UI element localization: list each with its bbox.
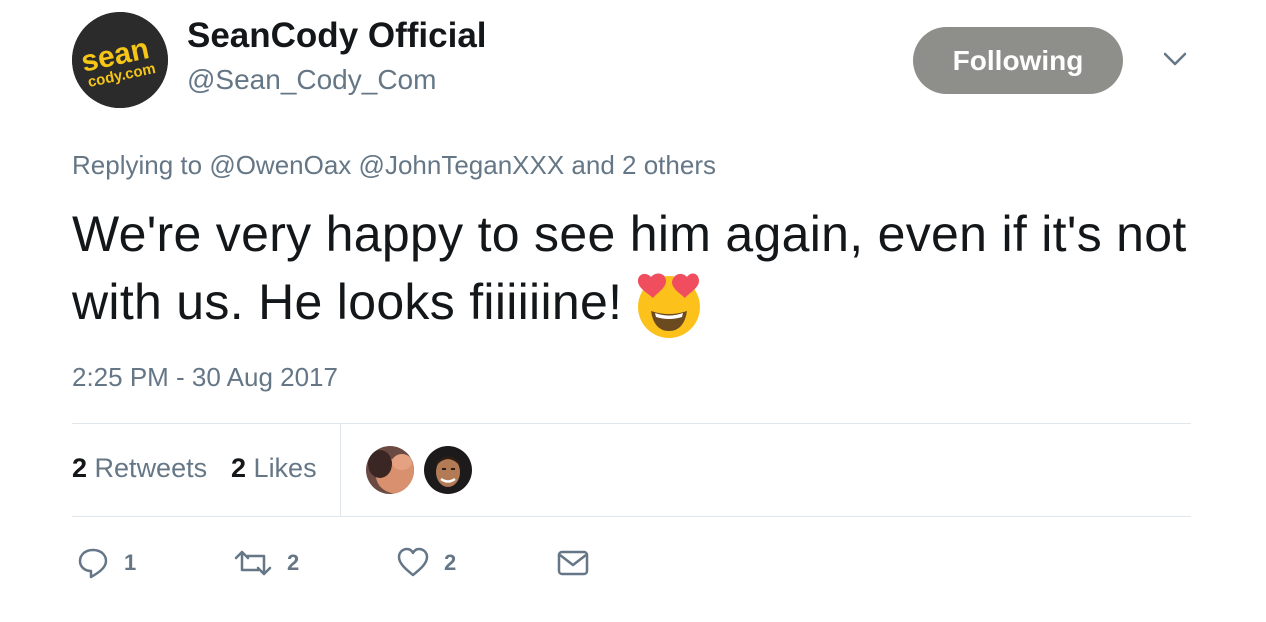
mention-johnteganxxx[interactable]: @JohnTeganXXX	[359, 150, 565, 180]
envelope-icon	[557, 550, 589, 576]
mention-owenoax[interactable]: @OwenOax	[209, 150, 351, 180]
mention-others[interactable]: and 2 others	[571, 150, 716, 180]
reply-action[interactable]: 1	[76, 545, 136, 581]
replying-to-line: Replying to @OwenOax @JohnTeganXXX and 2…	[72, 150, 716, 181]
reply-count: 1	[124, 550, 137, 575]
retweet-icon	[234, 550, 272, 576]
liker-avatar-2[interactable]	[424, 446, 472, 494]
tweet-text: We're very happy to see him again, even …	[72, 206, 1187, 330]
likes-count: 2	[231, 453, 247, 483]
seancody-logo: sean cody.com	[72, 12, 168, 108]
like-action[interactable]: 2	[396, 545, 456, 581]
stats-bottom-divider	[72, 516, 1191, 517]
more-options-caret[interactable]	[1160, 48, 1190, 72]
user-handle[interactable]: @Sean_Cody_Com	[187, 64, 436, 96]
direct-message-action[interactable]	[556, 545, 590, 581]
heart-eyes-emoji-icon	[638, 273, 701, 338]
liker-avatar-1[interactable]	[366, 446, 414, 494]
tweet-body: We're very happy to see him again, even …	[72, 200, 1192, 339]
likes-stat[interactable]: 2 Likes	[231, 453, 317, 484]
reply-icon	[78, 548, 108, 579]
user-photo-icon	[424, 446, 472, 494]
replying-to-prefix: Replying to	[72, 150, 203, 180]
retweet-count: 2	[287, 550, 300, 575]
tweet-timestamp[interactable]: 2:25 PM - 30 Aug 2017	[72, 362, 338, 393]
like-count: 2	[444, 550, 457, 575]
stats-vertical-divider	[340, 424, 341, 517]
profile-avatar[interactable]: sean cody.com	[72, 12, 168, 108]
retweet-action[interactable]: 2	[233, 545, 299, 581]
likes-label: Likes	[253, 453, 317, 483]
user-photo-icon	[366, 446, 414, 494]
retweets-stat[interactable]: 2 Retweets	[72, 453, 207, 484]
retweets-label: Retweets	[94, 453, 208, 483]
stats-top-divider	[72, 423, 1191, 424]
following-button[interactable]: Following	[913, 27, 1123, 94]
retweets-count: 2	[72, 453, 88, 483]
chevron-down-icon	[1163, 52, 1187, 66]
display-name[interactable]: SeanCody Official	[187, 16, 487, 56]
heart-icon	[397, 547, 429, 577]
